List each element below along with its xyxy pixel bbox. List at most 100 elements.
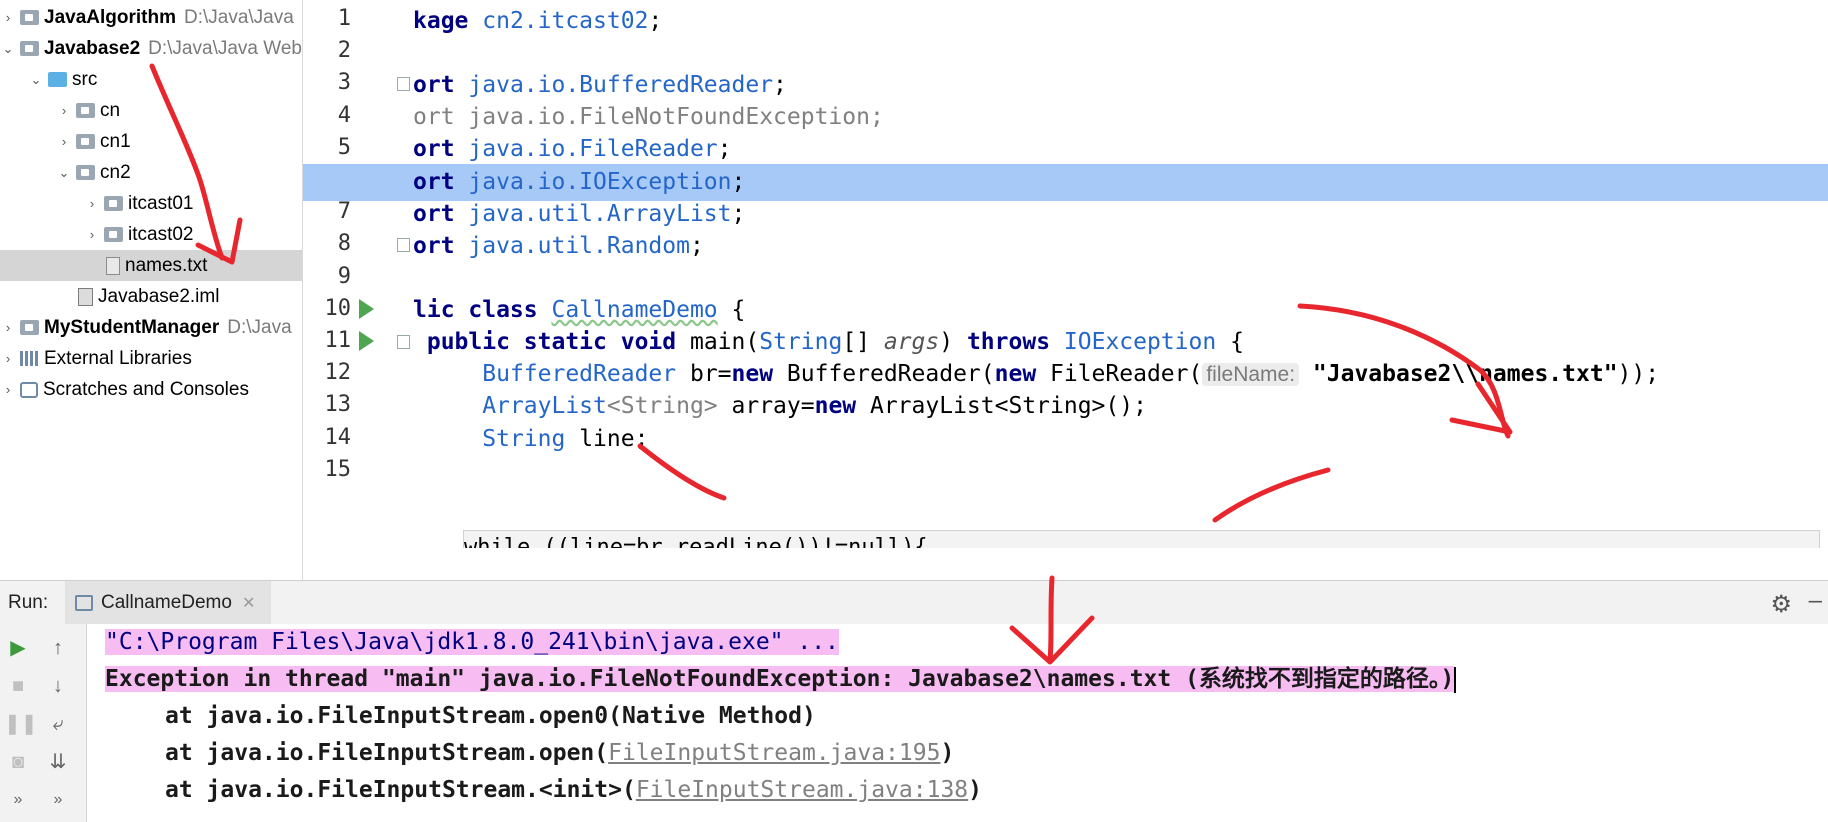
run-label: Run: xyxy=(8,592,49,613)
java-command-text: "C:\Program Files\Java\jdk1.8.0_241\bin\… xyxy=(105,629,839,655)
line-number: 4 xyxy=(337,102,351,128)
exception-text: Exception in thread "main" java.io.FileN… xyxy=(105,666,1455,692)
chevron-right-icon[interactable]: › xyxy=(56,134,72,149)
code-text: line; xyxy=(565,426,649,452)
code-punct: { xyxy=(717,297,746,323)
stop-icon[interactable]: ■ xyxy=(4,672,32,700)
run-side-toolbar: ▶ ↑ ■ ↓ ❚❚ ⤶ ◙ ⇊ » » xyxy=(0,624,87,822)
tree-item-label: JavaAlgorithm xyxy=(44,6,176,28)
chevron-down-icon[interactable]: ⌄ xyxy=(56,165,72,181)
fold-icon[interactable] xyxy=(397,77,410,92)
run-tab-callnamedemo[interactable]: CallnameDemo ✕ xyxy=(65,581,271,624)
camera-icon[interactable]: ◙ xyxy=(4,748,32,776)
chevron-right-icon[interactable]: › xyxy=(0,382,16,397)
code-line-1[interactable]: kage cn2.itcast02; xyxy=(413,3,1828,40)
import-path: java.util.Random xyxy=(468,233,690,259)
tree-item[interactable]: › itcast01 xyxy=(0,188,302,219)
keyword: public static void xyxy=(426,329,677,355)
line-number: 3 xyxy=(337,70,351,96)
code-punct: )); xyxy=(1617,361,1660,387)
scroll-to-end-icon[interactable]: ⇊ xyxy=(44,748,72,776)
console-line-stack-3: at java.io.FileInputStream.<init>(FileIn… xyxy=(165,772,982,809)
tree-item[interactable]: › cn1 xyxy=(0,126,302,157)
code-text: BufferedReader( xyxy=(773,361,995,387)
project-tree: › JavaAlgorithm D:\Java\Java ⌄ Javabase2 D:\J… xyxy=(0,0,303,580)
code-punct: ; xyxy=(773,72,787,98)
tree-item[interactable]: Javabase2.iml xyxy=(0,281,302,312)
run-line-11-icon[interactable] xyxy=(359,331,374,351)
chevron-right-icon[interactable]: › xyxy=(84,196,100,211)
stack-frame-text: at java.io.FileInputStream.open0(Native … xyxy=(165,703,816,729)
tree-item-label: src xyxy=(72,68,98,90)
tree-item[interactable]: ⌄ cn2 xyxy=(0,157,302,188)
folder-gray-icon xyxy=(20,10,39,25)
code-text: FileReader( xyxy=(1036,361,1203,387)
code-line-5[interactable]: ort java.io.FileReader; xyxy=(413,131,1828,168)
line-number: 2 xyxy=(337,38,351,64)
soft-wrap-icon[interactable]: ⤶ xyxy=(44,710,72,738)
line-number: 7 xyxy=(337,199,351,225)
pause-icon[interactable]: ❚❚ xyxy=(4,710,38,738)
folder-gray-icon xyxy=(76,103,95,118)
keyword: ort xyxy=(413,233,455,259)
type-name: IOException xyxy=(1063,329,1217,355)
tree-item-label: names.txt xyxy=(125,254,208,276)
tree-item[interactable]: ⌄ Javabase2 D:\Java\Java Web xyxy=(0,33,302,64)
tree-item[interactable]: › External Libraries xyxy=(0,343,302,374)
console-output[interactable]: "C:\Program Files\Java\jdk1.8.0_241\bin\… xyxy=(87,624,1828,822)
up-arrow-icon[interactable]: ↑ xyxy=(44,634,72,662)
tree-item[interactable]: › MyStudentManager D:\Java xyxy=(0,312,302,343)
chevron-right-icon[interactable]: › xyxy=(0,320,16,335)
tree-item[interactable]: › JavaAlgorithm D:\Java\Java xyxy=(0,2,302,33)
keyword: kage xyxy=(413,8,469,34)
folder-gray-icon xyxy=(76,134,95,149)
folder-gray-icon xyxy=(20,41,39,56)
line-number: 15 xyxy=(324,456,352,482)
chevron-down-icon[interactable]: ⌄ xyxy=(28,72,44,88)
stack-frame-text: at java.io.FileInputStream.<init>( xyxy=(165,777,636,803)
type-name: ArrayList xyxy=(482,393,607,419)
run-toolbar: Run: CallnameDemo ✕ ⚙ – xyxy=(0,580,1828,625)
source-link[interactable]: FileInputStream.java:195 xyxy=(608,740,940,766)
more-icon-2[interactable]: » xyxy=(44,786,72,814)
fold-icon[interactable] xyxy=(397,238,410,253)
tree-item-label: cn2 xyxy=(100,161,131,183)
rerun-icon[interactable]: ▶ xyxy=(4,634,32,662)
chevron-down-icon[interactable]: ⌄ xyxy=(0,41,16,57)
code-line-15-partial[interactable]: while ((line=br.readLine())!=null){ xyxy=(463,530,1820,548)
code-line-13[interactable]: ArrayList<String> array=new ArrayList<St… xyxy=(413,388,1828,425)
chevron-right-icon[interactable]: › xyxy=(0,351,16,366)
chevron-right-icon[interactable]: › xyxy=(0,10,16,25)
class-name: CallnameDemo xyxy=(551,297,718,323)
tree-item[interactable]: › cn xyxy=(0,95,302,126)
run-line-10-icon[interactable] xyxy=(359,298,374,319)
more-icon[interactable]: » xyxy=(4,786,32,814)
folder-blue-icon xyxy=(48,72,67,87)
chevron-right-icon[interactable]: › xyxy=(84,227,100,242)
parameter-hint: fileName: xyxy=(1202,363,1300,386)
line-number: 9 xyxy=(337,263,351,289)
keyword-unused: ort xyxy=(413,104,455,130)
keyword: throws xyxy=(966,329,1051,355)
gear-icon[interactable]: ⚙ xyxy=(1770,590,1792,619)
file-iml-icon xyxy=(78,287,93,306)
tree-item[interactable]: names.txt xyxy=(0,250,302,281)
tree-item[interactable]: › Scratches and Consoles xyxy=(0,374,302,405)
code-editor[interactable]: 123456789101112131415 kage cn2.itcast02;… xyxy=(303,0,1828,548)
code-line-14[interactable]: String line; xyxy=(413,421,1828,458)
code-line-8[interactable]: ort java.util.Random; xyxy=(413,228,1828,265)
tree-item[interactable]: ⌄ src xyxy=(0,64,302,95)
tree-item[interactable]: › itcast02 xyxy=(0,219,302,250)
tree-item-label: Javabase2 xyxy=(44,37,141,59)
console-line-stack-2: at java.io.FileInputStream.open(FileInpu… xyxy=(165,735,954,772)
minimize-icon[interactable]: – xyxy=(1809,587,1822,615)
close-icon[interactable]: ✕ xyxy=(242,593,255,613)
folder-gray-icon xyxy=(76,165,95,180)
down-arrow-icon[interactable]: ↓ xyxy=(44,672,72,700)
text-caret xyxy=(1454,666,1457,693)
stack-frame-text: at java.io.FileInputStream.open( xyxy=(165,740,609,766)
keyword: ort xyxy=(413,136,455,162)
fold-icon[interactable] xyxy=(397,335,410,349)
chevron-right-icon[interactable]: › xyxy=(56,103,72,118)
source-link[interactable]: FileInputStream.java:138 xyxy=(636,777,968,803)
